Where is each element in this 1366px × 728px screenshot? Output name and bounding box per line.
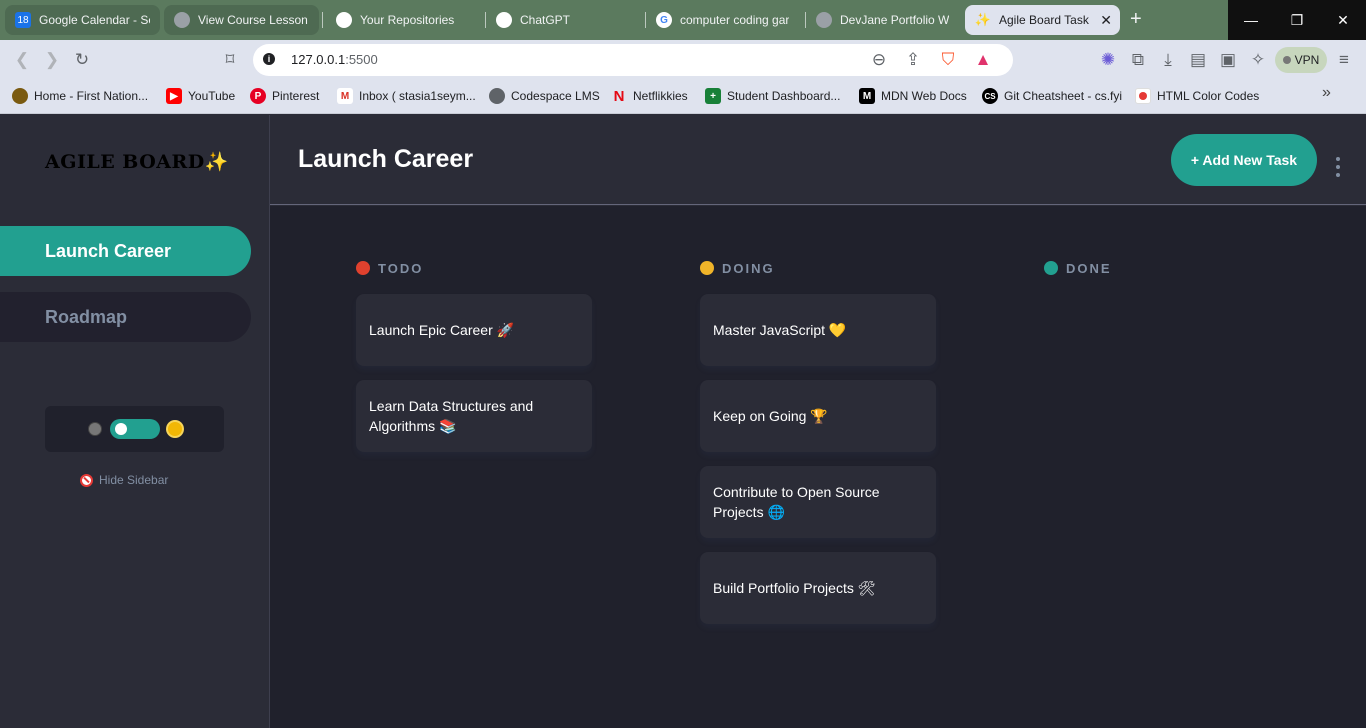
site-info-icon[interactable]: i	[263, 53, 275, 65]
hide-sidebar-button[interactable]: Hide Sidebar	[80, 473, 168, 487]
share-icon[interactable]: ⇪	[901, 48, 925, 72]
sidebar-item-launch-career[interactable]: Launch Career	[0, 226, 251, 276]
status-dot-icon	[700, 261, 714, 275]
tab-computer-coding[interactable]: G computer coding gar	[646, 5, 801, 35]
task-card[interactable]: Contribute to Open Source Projects 🌐	[700, 466, 936, 538]
column-header: DOING	[700, 260, 936, 276]
tab-repositories[interactable]: Your Repositories	[326, 5, 481, 35]
close-tab-icon[interactable]: ✕	[1100, 12, 1112, 29]
netflix-icon: N	[613, 87, 625, 105]
reload-icon[interactable]: ↻	[70, 48, 94, 72]
download-icon[interactable]: ⤓	[1156, 48, 1180, 72]
gmail-icon: M	[337, 88, 353, 104]
task-card[interactable]: Master JavaScript 💛	[700, 294, 936, 366]
vpn-button[interactable]: VPN	[1275, 47, 1327, 73]
bookmark-youtube[interactable]: ▶ YouTube	[166, 88, 235, 104]
add-new-task-button[interactable]: + Add New Task	[1171, 134, 1317, 186]
more-options-icon[interactable]	[1336, 157, 1340, 177]
google-icon: G	[656, 12, 672, 28]
tab-view-course[interactable]: View Course Lesson |	[164, 5, 319, 35]
youtube-icon: ▶	[166, 88, 182, 104]
mdn-icon: M	[859, 88, 875, 104]
new-tab-button[interactable]: +	[1130, 8, 1142, 31]
forward-icon[interactable]: ❯	[40, 48, 64, 72]
bookmark-netflikkies[interactable]: N Netflikkies	[611, 87, 688, 105]
status-dot-icon	[356, 261, 370, 275]
tab-google-calendar[interactable]: 18 Google Calendar - Se	[5, 5, 160, 35]
address-bar[interactable]: i 127.0.0.1:5500 ⊖ ⇪ ⛉ ▲	[253, 44, 1013, 76]
task-card[interactable]: Launch Epic Career 🚀	[356, 294, 592, 366]
status-dot-icon	[1044, 261, 1058, 275]
sparkles-icon: ✨	[204, 151, 229, 173]
prohibited-icon	[80, 473, 93, 487]
bookmark-pinterest[interactable]: P Pinterest	[250, 88, 319, 104]
chatgpt-icon	[496, 12, 512, 28]
calendar-icon: 18	[15, 12, 31, 28]
wallet-icon[interactable]: ▣	[1216, 48, 1240, 72]
tab-devjane-portfolio[interactable]: DevJane Portfolio W	[806, 5, 961, 35]
bookmark-git-cheatsheet[interactable]: CS Git Cheatsheet - cs.fyi	[982, 88, 1122, 104]
bookmark-icon[interactable]: ⌑	[218, 48, 242, 72]
sheets-icon: +	[705, 88, 721, 104]
leo-ai-icon[interactable]: ✧	[1246, 48, 1270, 72]
vpn-status-dot	[1282, 56, 1291, 64]
extension-flower-icon[interactable]: ✺	[1096, 48, 1120, 72]
minimize-icon[interactable]: —	[1228, 0, 1274, 40]
color-codes-icon	[1135, 88, 1151, 104]
bookmarks-bar: Home - First Nation... ▶ YouTube P Pintere…	[0, 81, 1366, 114]
sparkles-icon: ✨	[974, 12, 992, 27]
column-header: TODO	[356, 260, 592, 276]
bookmark-student-dashboard[interactable]: + Student Dashboard...	[705, 88, 840, 104]
column-doing: DOING Master JavaScript 💛 Keep on Going …	[700, 260, 936, 638]
switch-knob	[114, 423, 127, 435]
task-card[interactable]: Keep on Going 🏆	[700, 380, 936, 452]
sidebar-toggle-icon[interactable]: ▤	[1186, 48, 1210, 72]
browser-toolbar: ❮ ❯ ↻ ⌑ i 127.0.0.1:5500 ⊖ ⇪ ⛉ ▲ ✺ ⧉ ⤓ ▤…	[0, 40, 1366, 81]
bookmarks-overflow-icon[interactable]: »	[1322, 84, 1331, 102]
sidebar-item-roadmap[interactable]: Roadmap	[0, 292, 251, 342]
bookmark-codespace[interactable]: Codespace LMS	[489, 88, 600, 104]
browser-tab-strip: 18 Google Calendar - Se View Course Less…	[0, 0, 1366, 40]
globe-icon	[174, 12, 190, 28]
tab-chatgpt[interactable]: ChatGPT	[486, 5, 641, 35]
moon-icon	[87, 422, 102, 436]
bookmark-html-color-codes[interactable]: HTML Color Codes	[1135, 88, 1259, 104]
bookmark-mdn[interactable]: M MDN Web Docs	[859, 88, 967, 104]
brave-shield-icon[interactable]: ⛉	[936, 48, 960, 72]
bookmark-inbox[interactable]: M Inbox ( stasia1seym...	[337, 88, 476, 104]
menu-icon[interactable]: ≡	[1332, 48, 1356, 72]
task-card[interactable]: Learn Data Structures and Algorithms 📚	[356, 380, 592, 452]
agile-board-app: AGILE BOARD✨ Launch Career Roadmap Hide …	[0, 115, 1366, 728]
extensions-icon[interactable]: ⧉	[1126, 48, 1150, 72]
github-icon	[336, 12, 352, 28]
back-icon[interactable]: ❮	[10, 48, 34, 72]
column-todo: TODO Launch Epic Career 🚀 Learn Data Str…	[356, 260, 592, 466]
theme-switch[interactable]	[109, 419, 160, 439]
home-icon	[12, 88, 28, 104]
tab-separator	[322, 12, 323, 28]
brave-rewards-icon[interactable]: ▲	[971, 48, 995, 72]
pinterest-icon: P	[250, 88, 266, 104]
restore-icon[interactable]: ❐	[1274, 0, 1320, 40]
task-card[interactable]: Build Portfolio Projects 🛠	[700, 552, 936, 624]
sun-icon	[167, 422, 182, 436]
sidebar: AGILE BOARD✨ Launch Career Roadmap Hide …	[0, 115, 270, 728]
column-header: DONE	[1044, 260, 1280, 276]
page-title: Launch Career	[298, 145, 474, 173]
zoom-icon[interactable]: ⊖	[867, 48, 891, 72]
globe-icon	[816, 12, 832, 28]
url-text: 127.0.0.1:5500	[291, 52, 378, 67]
board-header: Launch Career + Add New Task	[270, 115, 1366, 205]
board-columns: TODO Launch Epic Career 🚀 Learn Data Str…	[270, 206, 1366, 728]
tab-agile-board[interactable]: ✨ Agile Board Task ✕	[965, 5, 1120, 35]
theme-toggle	[45, 406, 224, 452]
bookmark-home-first-nation[interactable]: Home - First Nation...	[12, 88, 148, 104]
column-done: DONE	[1044, 260, 1280, 294]
app-logo: AGILE BOARD✨	[45, 151, 229, 173]
close-window-icon[interactable]: ✕	[1320, 0, 1366, 40]
cs-icon: CS	[982, 88, 998, 104]
globe-icon	[489, 88, 505, 104]
